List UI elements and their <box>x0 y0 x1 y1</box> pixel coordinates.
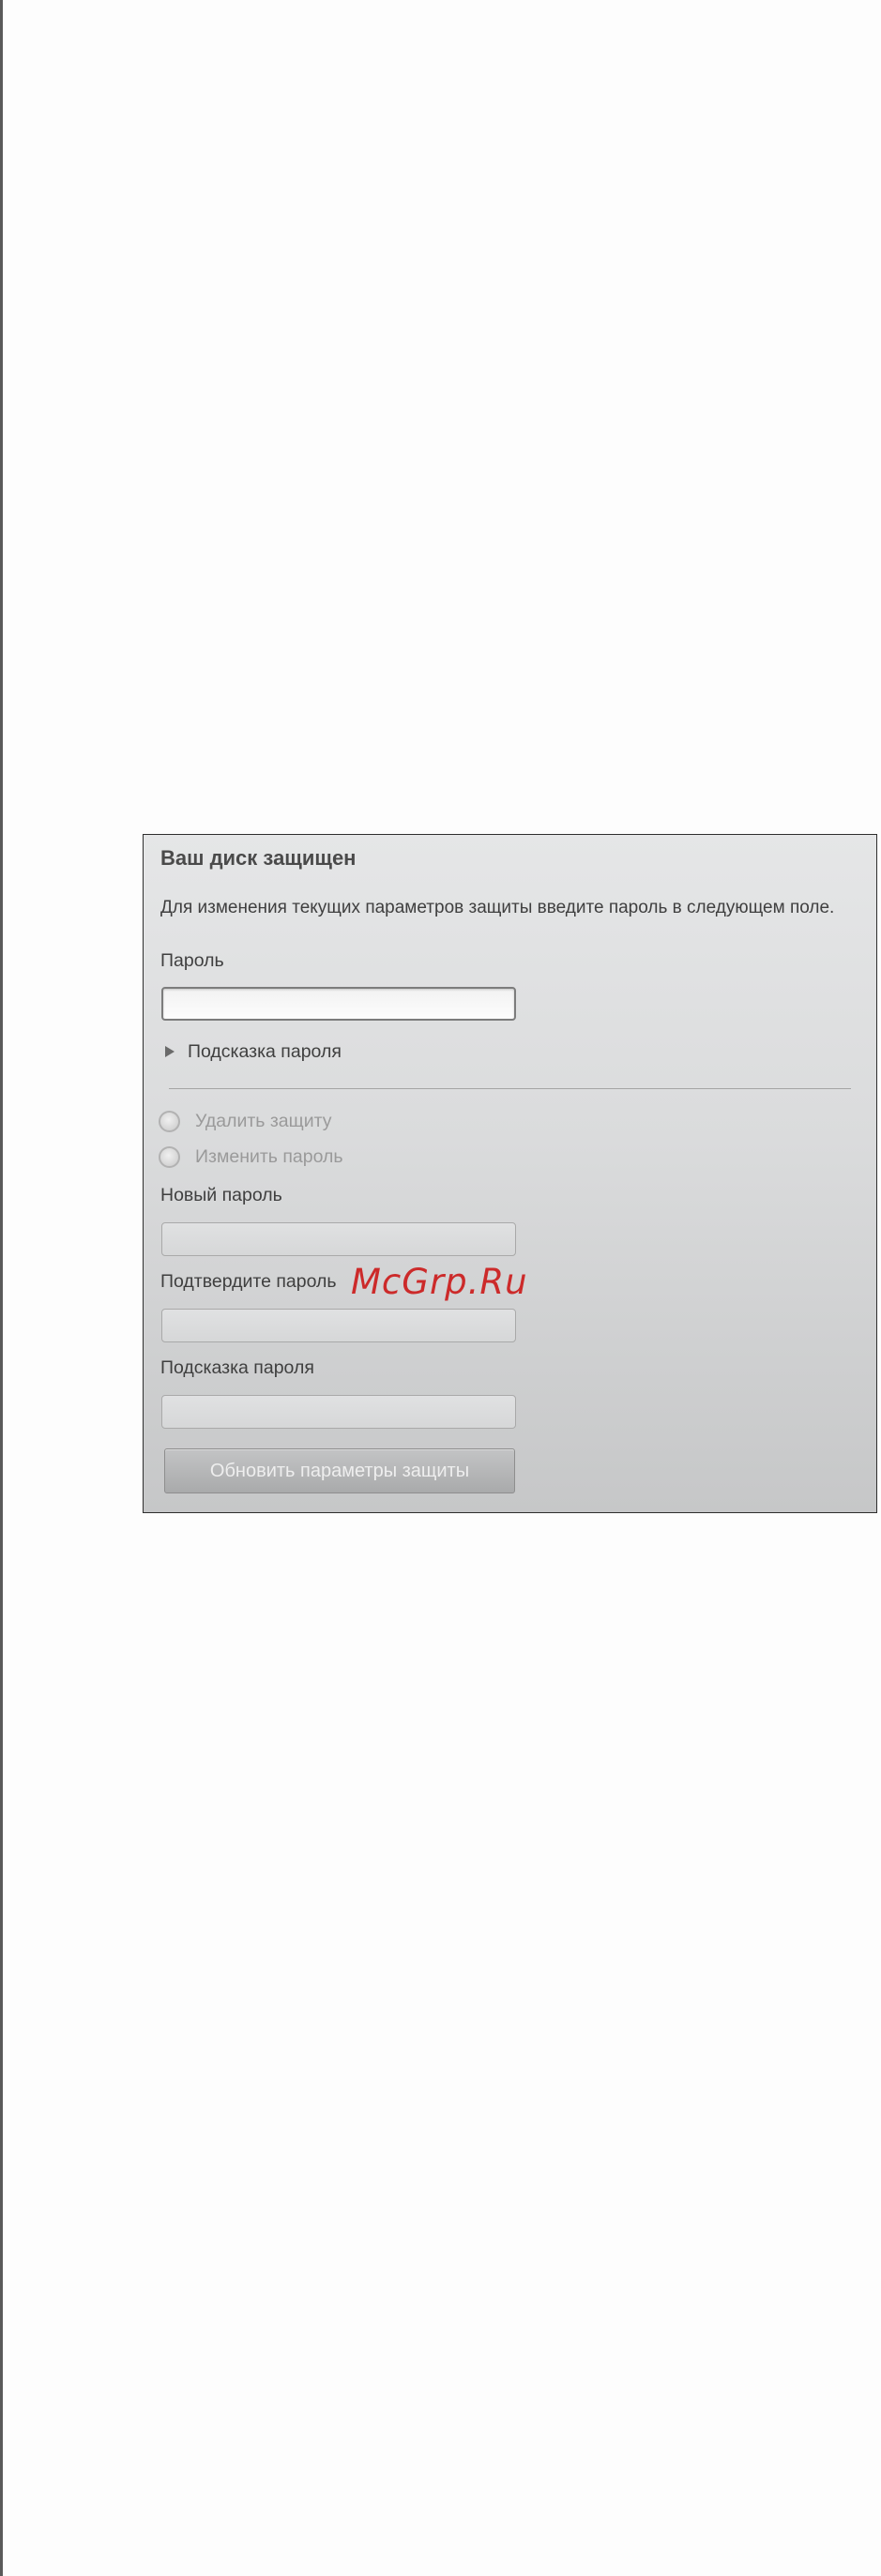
radio-remove-protection[interactable]: Удалить защиту <box>159 1107 332 1135</box>
new-password-input[interactable] <box>161 1222 516 1256</box>
password-hint-input[interactable] <box>161 1395 516 1429</box>
panel-title: Ваш диск защищен <box>160 846 357 870</box>
radio-circle-icon <box>159 1145 180 1168</box>
password-hint-label: Подсказка пароля <box>160 1357 314 1378</box>
password-hint-toggle[interactable]: Подсказка пароля <box>165 1039 342 1064</box>
password-input[interactable] <box>161 987 516 1021</box>
radio-change-password-label: Изменить пароль <box>195 1145 343 1167</box>
update-protection-button[interactable]: Обновить параметры защиты <box>164 1448 515 1493</box>
page-left-border <box>0 0 3 2576</box>
section-divider <box>169 1088 851 1089</box>
radio-change-password[interactable]: Изменить пароль <box>159 1143 343 1171</box>
panel-description: Для изменения текущих параметров защиты … <box>160 898 835 917</box>
new-password-label: Новый пароль <box>160 1185 282 1205</box>
drive-security-panel: Ваш диск защищен Для изменения текущих п… <box>143 834 877 1513</box>
watermark: McGrp.Ru <box>351 1262 528 1302</box>
password-label: Пароль <box>160 950 224 971</box>
confirm-password-label: Подтвердите пароль <box>160 1271 337 1292</box>
radio-circle-icon <box>159 1110 180 1132</box>
triangle-right-icon <box>165 1046 175 1057</box>
confirm-password-input[interactable] <box>161 1309 516 1342</box>
radio-remove-protection-label: Удалить защиту <box>195 1110 332 1131</box>
password-hint-toggle-label: Подсказка пароля <box>188 1040 342 1062</box>
